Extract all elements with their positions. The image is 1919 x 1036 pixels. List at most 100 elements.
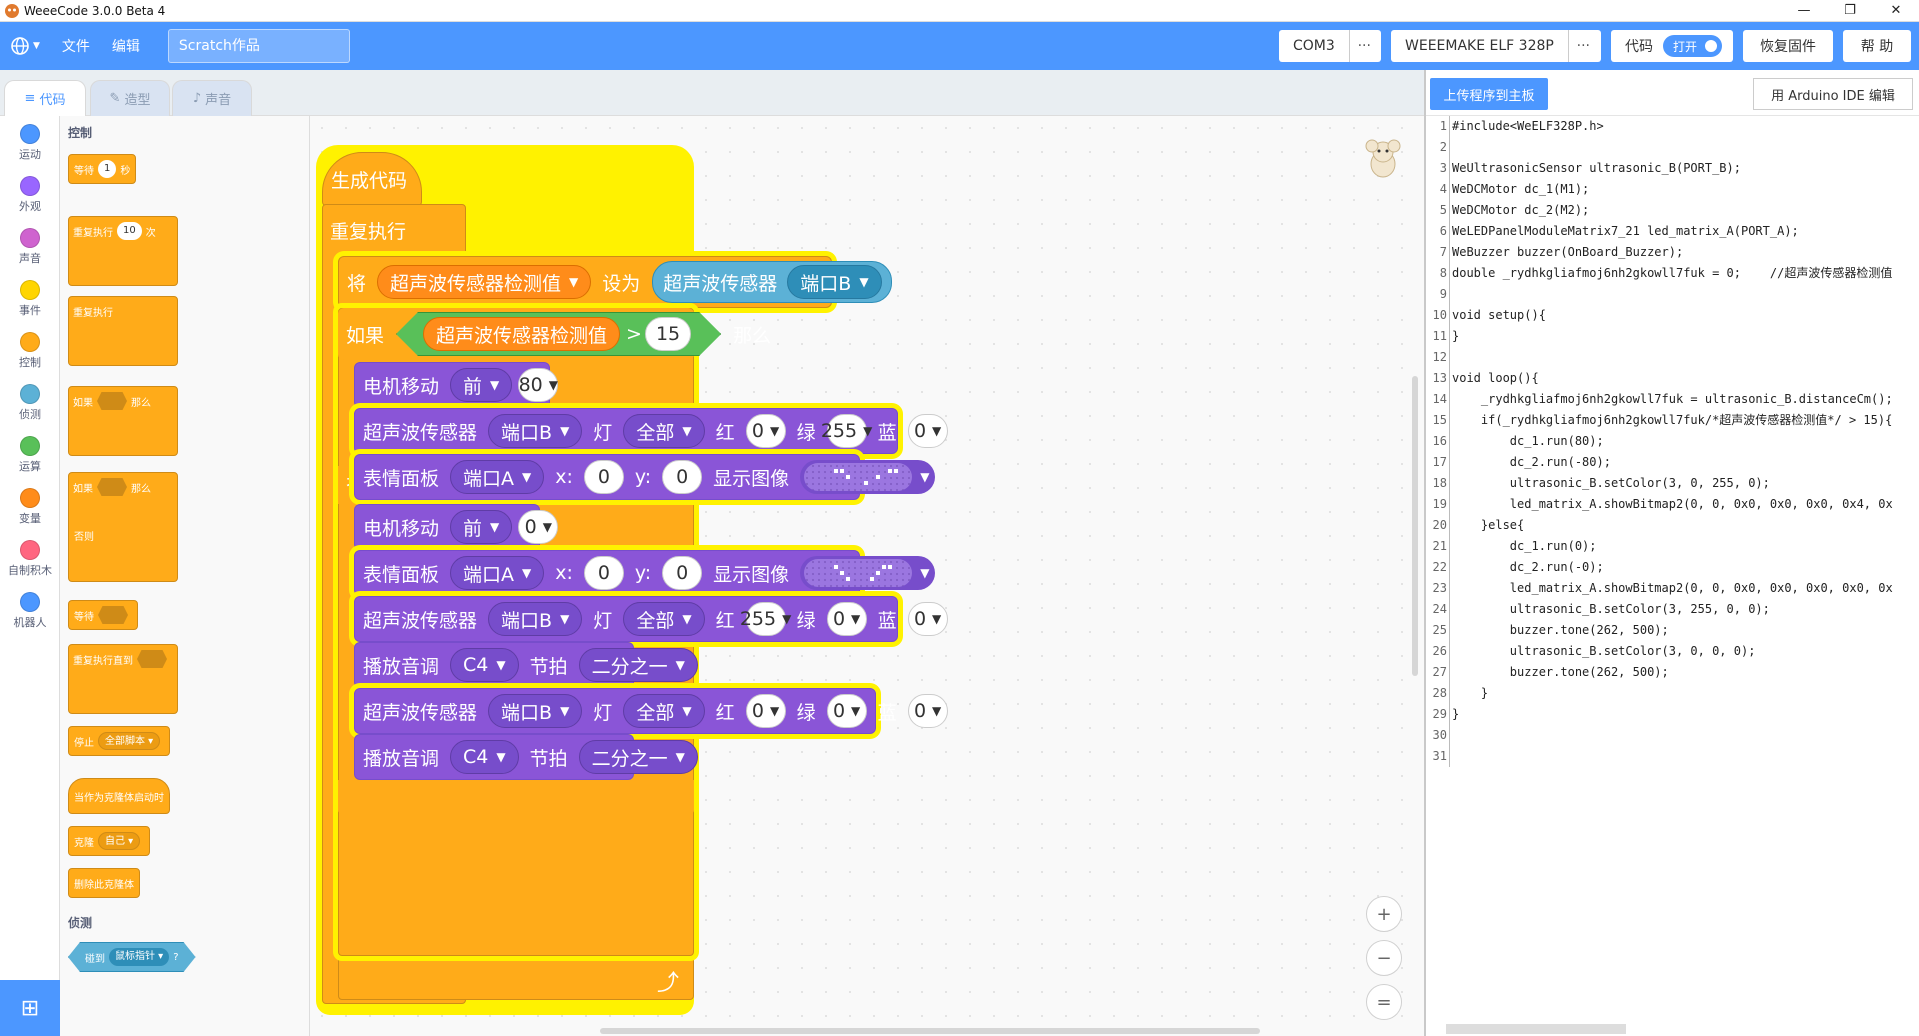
face-y-input[interactable]: 0	[662, 460, 703, 494]
palette-wait-block[interactable]: 等待 1 秒	[68, 154, 137, 184]
ultrasonic-led-block-else-2[interactable]: 超声波传感器 端口B ▼ 灯 全部 ▼ 红 0 ▼ 绿 0 ▼ 蓝 0 ▼	[354, 688, 948, 734]
category-item[interactable]: 运算	[0, 436, 60, 474]
code-toggle-switch[interactable]: 打开	[1663, 35, 1723, 57]
led2-port-dropdown[interactable]: 端口B ▼	[488, 694, 583, 728]
tone1-note-dropdown[interactable]: C4 ▼	[450, 648, 519, 682]
palette-clone-block[interactable]: 克隆 自己 ▾	[68, 826, 151, 856]
generate-code-hat-block[interactable]: 生成代码	[322, 152, 422, 206]
face-panel-block[interactable]: 表情面板 端口A ▼ x: 0 y: 0 显示图像 ▼	[354, 454, 936, 500]
category-item[interactable]: 声音	[0, 228, 60, 266]
variable-dropdown[interactable]: 超声波传感器检测值 ▼	[377, 265, 592, 299]
category-item[interactable]: 机器人	[0, 592, 60, 630]
blue-input[interactable]: 0 ▼	[907, 414, 948, 448]
led2-red-input[interactable]: 0 ▼	[745, 694, 786, 728]
led1-red-input[interactable]: 255 ▼	[740, 602, 791, 636]
face-port-dropdown[interactable]: 端口A ▼	[450, 460, 545, 494]
palette-wait-until-block[interactable]: 等待	[68, 600, 138, 630]
language-button[interactable]: ▼	[10, 36, 40, 56]
face-y-input-else[interactable]: 0	[662, 556, 703, 590]
script-workspace[interactable]: 生成代码 重复执行 ⤴ 将 超声波传感器检测值 ▼ 设为 超声波传感器 端口B ▼ …	[310, 116, 1424, 1036]
condition-value[interactable]: 15	[645, 317, 691, 351]
play-tone-block-1[interactable]: 播放音调 C4 ▼ 节拍 二分之一 ▼	[354, 642, 698, 688]
category-item[interactable]: 外观	[0, 176, 60, 214]
touching-option-dropdown[interactable]: 鼠标指针 ▾	[109, 948, 169, 966]
led1-port-dropdown[interactable]: 端口B ▼	[488, 602, 583, 636]
palette-touching-block[interactable]: 碰到 鼠标指针 ▾ ?	[68, 942, 196, 972]
upload-to-board-button[interactable]: 上传程序到主板	[1430, 78, 1548, 110]
tone2-note-dropdown[interactable]: C4 ▼	[450, 740, 519, 774]
tone2-beat-dropdown[interactable]: 二分之一 ▼	[578, 740, 698, 774]
face-panel-block-else[interactable]: 表情面板 端口A ▼ x: 0 y: 0 显示图像 ▼	[354, 550, 936, 596]
globe-icon	[11, 37, 29, 55]
led2-green-input[interactable]: 0 ▼	[826, 694, 867, 728]
wait-value[interactable]: 1	[98, 160, 117, 178]
ultrasonic-port-dropdown[interactable]: 端口B ▼	[787, 265, 882, 299]
code-horizontal-scrollbar[interactable]	[1446, 1024, 1626, 1034]
restore-firmware-button[interactable]: 恢复固件	[1743, 30, 1833, 62]
face-x-input-else[interactable]: 0	[583, 556, 624, 590]
palette-when-clone-block[interactable]: 当作为克隆体启动时	[68, 778, 170, 814]
code-line: 31	[1426, 746, 1919, 767]
face-port-dropdown-else[interactable]: 端口A ▼	[450, 556, 545, 590]
edit-in-arduino-ide-button[interactable]: 用 Arduino IDE 编辑	[1753, 78, 1913, 110]
zoom-in-button[interactable]: +	[1366, 896, 1402, 932]
zoom-reset-button[interactable]: =	[1366, 984, 1402, 1020]
motor-move-block[interactable]: 电机移动 前 ▼ 80 ▼	[354, 362, 559, 408]
led1-which-dropdown[interactable]: 全部 ▼	[623, 602, 705, 636]
clone-option-dropdown[interactable]: 自己 ▾	[98, 832, 141, 850]
repeat-value[interactable]: 10	[117, 222, 142, 240]
edit-menu[interactable]: 编辑	[112, 36, 140, 56]
close-button[interactable]: ✕	[1873, 0, 1919, 22]
led2-blue-input[interactable]: 0 ▼	[907, 694, 948, 728]
category-item[interactable]: 侦测	[0, 384, 60, 422]
board-selector[interactable]: WEEEMAKE ELF 328P ···	[1391, 30, 1601, 62]
tone1-beat-dropdown[interactable]: 二分之一 ▼	[578, 648, 698, 682]
category-item[interactable]: 自制积木	[0, 540, 60, 578]
ultrasonic-led-block-else-1[interactable]: 超声波传感器 端口B ▼ 灯 全部 ▼ 红 255 ▼ 绿 0 ▼ 蓝 0 ▼	[354, 596, 948, 642]
set-variable-block[interactable]: 将 超声波传感器检测值 ▼ 设为 超声波传感器 端口B ▼	[338, 256, 892, 308]
led1-blue-input[interactable]: 0 ▼	[907, 602, 948, 636]
tab-code[interactable]: ≡ 代码	[4, 80, 86, 116]
category-item[interactable]: 事件	[0, 280, 60, 318]
motor-speed-dropdown[interactable]: 80 ▼	[518, 368, 559, 402]
ultrasonic-led-block[interactable]: 超声波传感器 端口B ▼ 灯 全部 ▼ 红 0 ▼ 绿 255 ▼ 蓝 0 ▼	[354, 408, 948, 454]
motor-direction-dropdown[interactable]: 前 ▼	[450, 368, 513, 402]
tab-sounds[interactable]: ♪ 声音	[172, 80, 252, 116]
board-more-button[interactable]: ···	[1567, 30, 1598, 62]
led2-which-dropdown[interactable]: 全部 ▼	[623, 694, 705, 728]
face-image-dropdown[interactable]: ▼	[800, 460, 936, 494]
led-which-dropdown[interactable]: 全部 ▼	[623, 414, 705, 448]
minimize-button[interactable]: —	[1781, 0, 1827, 22]
project-title-input[interactable]: Scratch作品	[167, 29, 350, 63]
motor-direction-dropdown-else[interactable]: 前 ▼	[450, 510, 513, 544]
green-input[interactable]: 255 ▼	[821, 414, 872, 448]
port-more-button[interactable]: ···	[1348, 30, 1379, 62]
palette-stop-block[interactable]: 停止 全部脚本 ▾	[68, 726, 171, 756]
greater-than-condition[interactable]: 超声波传感器检测值 > 15	[396, 312, 721, 356]
palette-delete-clone-block[interactable]: 删除此克隆体	[68, 868, 140, 898]
face-x-input[interactable]: 0	[583, 460, 624, 494]
workspace-vertical-scrollbar[interactable]	[1412, 376, 1418, 676]
file-menu[interactable]: 文件	[62, 36, 90, 56]
face-image-dropdown-else[interactable]: ▼	[800, 556, 936, 590]
play-tone-block-2[interactable]: 播放音调 C4 ▼ 节拍 二分之一 ▼	[354, 734, 698, 780]
led-port-dropdown[interactable]: 端口B ▼	[488, 414, 583, 448]
red-input[interactable]: 0 ▼	[745, 414, 786, 448]
motor-speed-dropdown-else[interactable]: 0 ▼	[518, 510, 559, 544]
help-button[interactable]: 帮 助	[1843, 30, 1911, 62]
workspace-horizontal-scrollbar[interactable]	[600, 1028, 1260, 1034]
ultrasonic-reporter[interactable]: 超声波传感器 端口B ▼	[652, 261, 892, 303]
zoom-out-button[interactable]: −	[1366, 940, 1402, 976]
stop-option-dropdown[interactable]: 全部脚本 ▾	[98, 732, 161, 750]
maximize-button[interactable]: ❐	[1827, 0, 1873, 22]
tab-costumes[interactable]: ✎ 造型	[90, 80, 170, 116]
condition-variable[interactable]: 超声波传感器检测值	[423, 317, 620, 351]
port-selector[interactable]: COM3 ···	[1279, 30, 1381, 62]
led1-green-input[interactable]: 0 ▼	[826, 602, 867, 636]
code-editor[interactable]: 1 #include<WeELF328P.h> 2 3 WeUltrasonicSens…	[1426, 116, 1919, 1006]
motor-move-block-else[interactable]: 电机移动 前 ▼ 0 ▼	[354, 504, 559, 550]
category-item[interactable]: 变量	[0, 488, 60, 526]
add-extension-button[interactable]: ⊞	[0, 980, 60, 1036]
category-item[interactable]: 运动	[0, 124, 60, 162]
category-item[interactable]: 控制	[0, 332, 60, 370]
